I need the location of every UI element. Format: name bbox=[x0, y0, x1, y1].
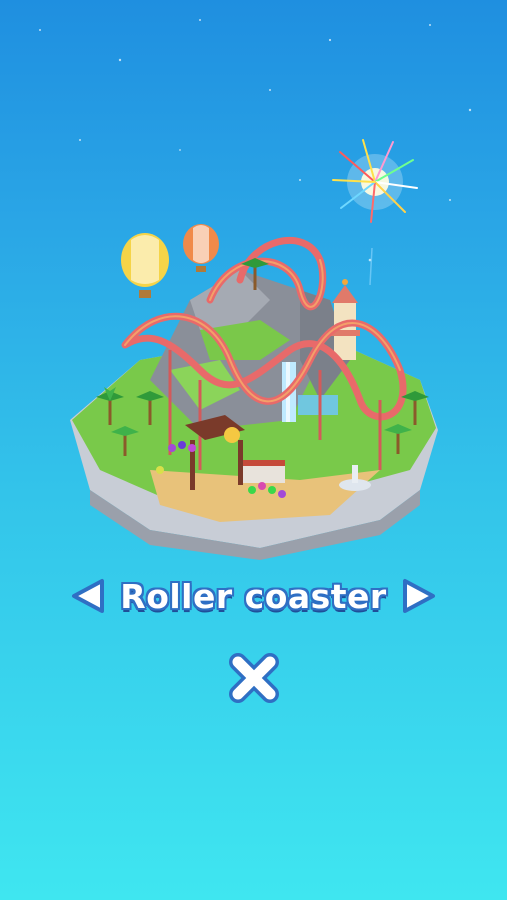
chevron-right-icon bbox=[402, 579, 435, 613]
hot-air-balloon-yellow bbox=[121, 233, 169, 298]
next-attraction-button[interactable] bbox=[397, 575, 439, 617]
chevron-left-icon bbox=[72, 579, 105, 613]
previous-attraction-button[interactable] bbox=[68, 575, 110, 617]
firework bbox=[332, 139, 418, 223]
close-icon bbox=[229, 653, 279, 703]
theme-park-island bbox=[70, 139, 438, 560]
attraction-selector: Roller coaster bbox=[0, 568, 507, 624]
attraction-name: Roller coaster bbox=[120, 576, 387, 616]
hot-air-balloon-orange bbox=[183, 224, 219, 272]
ticket-booth bbox=[243, 460, 285, 483]
close-button[interactable] bbox=[224, 648, 284, 708]
firework-trail bbox=[369, 247, 373, 286]
tower bbox=[330, 279, 360, 360]
